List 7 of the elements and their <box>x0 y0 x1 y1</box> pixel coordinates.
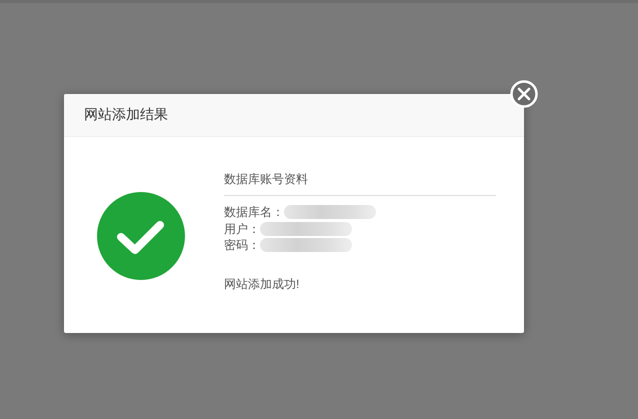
field-label: 密码： <box>224 237 260 254</box>
success-message: 网站添加成功! <box>224 276 300 292</box>
close-button[interactable] <box>510 80 538 108</box>
field-label: 数据库名： <box>224 204 284 220</box>
field-label: 用户： <box>224 220 260 237</box>
section-title: 数据库账号资料 <box>224 171 496 196</box>
dialog-title: 网站添加结果 <box>84 106 168 124</box>
